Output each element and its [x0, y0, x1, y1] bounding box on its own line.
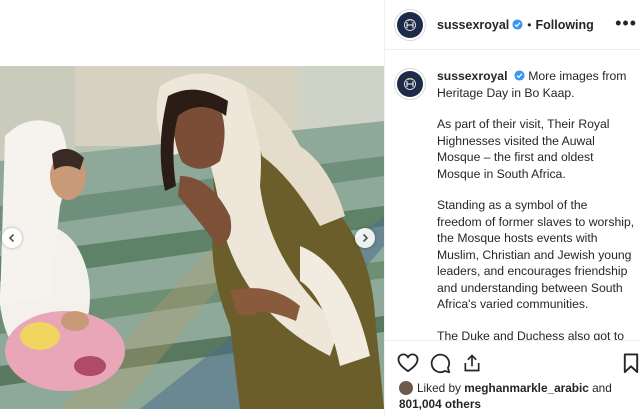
caption-intro: sussexroyal More images from Heritage Da…: [437, 68, 635, 101]
avatar[interactable]: [394, 8, 426, 41]
chevron-right-icon: [362, 233, 369, 243]
chevron-left-icon: [8, 233, 15, 243]
post-header: sussexroyal • Following •••: [385, 0, 640, 50]
avatar[interactable]: [394, 68, 426, 100]
caption-paragraph: As part of their visit, Their Royal High…: [437, 117, 610, 181]
following-button[interactable]: Following: [535, 18, 593, 32]
caption-text: sussexroyal More images from Heritage Da…: [437, 68, 635, 340]
caption-area: sussexroyal More images from Heritage Da…: [385, 50, 640, 340]
post-photo-illustration: [0, 66, 384, 409]
caption-username[interactable]: sussexroyal: [437, 69, 507, 83]
post-side-panel: sussexroyal • Following ••• sussexroyal …: [384, 0, 640, 417]
photo-area: [0, 0, 384, 417]
previous-image-button[interactable]: [2, 228, 22, 248]
more-options-button[interactable]: •••: [615, 14, 637, 32]
liker-avatar[interactable]: [399, 381, 413, 395]
header-separator: •: [527, 17, 532, 32]
post-photo[interactable]: [0, 66, 384, 409]
caption-paragraph: The Duke and Duchess also got to view th…: [437, 328, 624, 341]
verified-badge-icon: [514, 70, 525, 81]
likes-summary: Liked by meghanmarkle_arabic and 801,004…: [399, 380, 639, 412]
share-icon[interactable]: [462, 353, 482, 373]
caption-row: sussexroyal More images from Heritage Da…: [385, 50, 640, 340]
likes-conjunction: and: [592, 381, 612, 395]
comment-icon[interactable]: [430, 353, 451, 374]
verified-badge-icon: [512, 19, 523, 30]
bookmark-icon[interactable]: [623, 353, 639, 374]
caption-paragraph: Standing as a symbol of the freedom of f…: [437, 198, 635, 311]
heart-icon[interactable]: [397, 353, 419, 373]
action-bar: [385, 340, 640, 384]
post-username[interactable]: sussexroyal: [437, 18, 509, 32]
likes-others-count[interactable]: 801,004 others: [399, 397, 481, 411]
sussex-monogram-icon: [397, 11, 423, 38]
sussex-monogram-icon: [397, 71, 423, 97]
likes-prefix: Liked by: [417, 381, 461, 395]
next-image-button[interactable]: [355, 228, 375, 248]
liker-username[interactable]: meghanmarkle_arabic: [464, 381, 589, 395]
